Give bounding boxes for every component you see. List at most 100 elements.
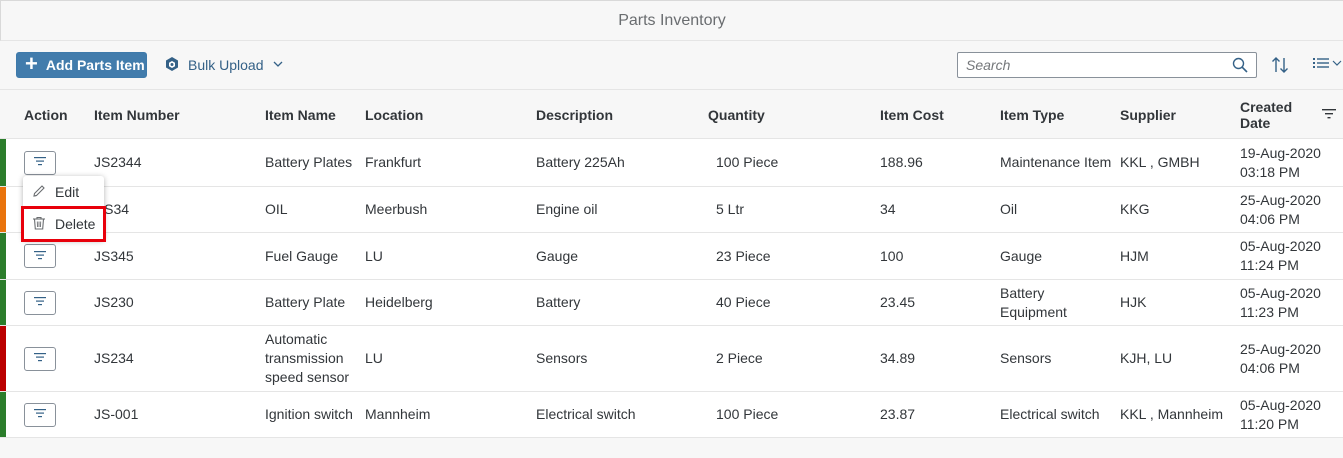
menu-icon bbox=[33, 405, 47, 424]
item-type-cell: Electrical switch bbox=[1000, 406, 1100, 422]
table-row[interactable]: RS34 OIL Meerbush Engine oil 5 Ltr 34 Oil KKG 25… bbox=[0, 187, 1343, 233]
description-cell: Battery 225Ah bbox=[536, 154, 625, 170]
item-cost-cell: 100 bbox=[880, 247, 904, 264]
table-row[interactable]: JS230 Battery Plate Heidelberg Battery 40 Pi… bbox=[0, 280, 1343, 326]
item-cost-cell: 34.89 bbox=[880, 350, 916, 366]
location-cell: Heidelberg bbox=[365, 294, 433, 310]
created-date-cell: 05-Aug-2020 11:23 PM bbox=[1240, 280, 1340, 325]
search-field[interactable] bbox=[957, 52, 1257, 78]
parts-table: Action Item Number Item Name Location De… bbox=[0, 89, 1343, 438]
sort-icon[interactable] bbox=[1270, 55, 1290, 80]
toolbar: + Add Parts Item Bulk Upload bbox=[0, 41, 1343, 89]
created-date-cell: 19-Aug-2020 03:18 PM bbox=[1240, 139, 1340, 186]
created-date-cell: 05-Aug-2020 11:20 PM bbox=[1240, 392, 1340, 437]
description-cell: Battery bbox=[536, 294, 581, 310]
item-name-cell: Fuel Gauge bbox=[265, 247, 339, 264]
plus-icon: + bbox=[25, 51, 38, 76]
item-type-cell: Maintenance Item bbox=[1000, 154, 1112, 170]
menu-icon bbox=[33, 349, 47, 368]
table-row[interactable]: JS2344 Battery Plates Frankfurt Battery 225… bbox=[0, 139, 1343, 187]
column-header-supplier: Supplier bbox=[1120, 106, 1177, 123]
quantity-cell: 2 Piece bbox=[716, 350, 763, 366]
add-parts-item-label: Add Parts Item bbox=[45, 57, 145, 73]
column-header-description: Description bbox=[536, 106, 614, 123]
search-icon[interactable] bbox=[1232, 57, 1248, 78]
row-action-button[interactable] bbox=[24, 346, 56, 371]
created-time: 11:24 PM bbox=[1240, 257, 1299, 273]
row-action-button[interactable] bbox=[24, 244, 56, 268]
action-cell bbox=[24, 392, 56, 437]
column-header-action: Action bbox=[24, 106, 68, 123]
status-indicator bbox=[0, 280, 6, 325]
list-view-icon[interactable] bbox=[1312, 55, 1342, 71]
supplier-cell: KJH, LU bbox=[1120, 350, 1173, 366]
search-input[interactable] bbox=[958, 53, 1218, 77]
row-action-button[interactable] bbox=[24, 290, 56, 315]
row-action-button[interactable] bbox=[24, 150, 56, 175]
location-cell: LU bbox=[365, 350, 383, 366]
item-number-cell: JS2344 bbox=[94, 154, 142, 170]
table-row[interactable]: JS234 Automatic transmission speed sensor… bbox=[0, 326, 1343, 392]
item-name-cell: Battery Plate bbox=[265, 294, 346, 310]
column-header-quantity: Quantity bbox=[708, 106, 765, 123]
location-cell: LU bbox=[365, 247, 383, 264]
table-row[interactable]: JS-001 Ignition switch Mannheim Electrical … bbox=[0, 392, 1343, 438]
description-cell: Engine oil bbox=[536, 201, 598, 217]
item-type-cell: Gauge bbox=[1000, 247, 1043, 264]
status-indicator bbox=[0, 139, 6, 186]
supplier-cell: HJK bbox=[1120, 294, 1147, 310]
bulk-upload-button[interactable]: Bulk Upload bbox=[160, 52, 288, 78]
item-name-cell: Automatic transmission speed sensor bbox=[265, 331, 350, 385]
quantity-cell: 100 Piece bbox=[716, 406, 779, 422]
created-date-cell: 05-Aug-2020 11:24 PM bbox=[1240, 233, 1340, 279]
filter-icon[interactable] bbox=[1322, 107, 1336, 126]
action-cell bbox=[24, 280, 56, 325]
upload-icon bbox=[164, 56, 180, 75]
supplier-cell: KKL , Mannheim bbox=[1120, 406, 1223, 422]
status-indicator bbox=[0, 233, 6, 279]
created-date-cell: 25-Aug-2020 04:06 PM bbox=[1240, 326, 1340, 391]
created-date: 25-Aug-2020 bbox=[1240, 191, 1321, 208]
quantity-cell: 23 Piece bbox=[716, 247, 771, 264]
item-name-cell: Battery Plates bbox=[265, 154, 353, 170]
item-number-cell: JS345 bbox=[94, 247, 134, 264]
item-number-cell: JS-001 bbox=[94, 406, 139, 422]
status-indicator bbox=[0, 187, 6, 232]
app-window: Parts Inventory + Add Parts Item Bulk Up… bbox=[0, 0, 1343, 458]
trash-icon bbox=[31, 215, 47, 234]
bulk-upload-label: Bulk Upload bbox=[188, 57, 264, 73]
item-number-cell: JS234 bbox=[94, 350, 134, 366]
location-cell: Meerbush bbox=[365, 201, 428, 217]
created-date: 05-Aug-2020 bbox=[1240, 396, 1321, 413]
column-header-item-type: Item Type bbox=[1000, 106, 1065, 123]
edit-menu-item[interactable]: Edit bbox=[23, 176, 104, 208]
delete-menu-item[interactable]: Delete bbox=[21, 206, 106, 242]
item-name-cell: OIL bbox=[265, 201, 288, 217]
created-time: 04:06 PM bbox=[1240, 359, 1300, 376]
created-date: 25-Aug-2020 bbox=[1240, 340, 1321, 357]
location-cell: Mannheim bbox=[365, 406, 431, 422]
supplier-cell: KKG bbox=[1120, 201, 1150, 217]
description-cell: Sensors bbox=[536, 350, 588, 366]
created-date: 05-Aug-2020 bbox=[1240, 284, 1321, 301]
status-indicator bbox=[0, 392, 6, 437]
add-parts-item-button[interactable]: + Add Parts Item bbox=[16, 52, 147, 78]
row-action-menu: Edit Delete bbox=[21, 176, 106, 242]
pencil-icon bbox=[31, 183, 47, 202]
menu-icon bbox=[33, 293, 47, 312]
column-header-item-cost: Item Cost bbox=[880, 106, 944, 123]
chevron-down-icon bbox=[272, 57, 284, 73]
supplier-cell: HJM bbox=[1120, 247, 1149, 264]
table-row[interactable]: JS345 Fuel Gauge LU Gauge 23 Piece 100 Gauge HJ… bbox=[0, 233, 1343, 280]
table-footer bbox=[0, 441, 1343, 458]
supplier-cell: KKL , GMBH bbox=[1120, 154, 1200, 170]
column-header-created-date: Created Date bbox=[1240, 98, 1293, 131]
description-cell: Gauge bbox=[536, 247, 579, 264]
row-action-button[interactable] bbox=[24, 402, 56, 427]
item-type-cell: Sensors bbox=[1000, 350, 1052, 366]
item-cost-cell: 23.45 bbox=[880, 294, 916, 310]
item-number-cell: JS230 bbox=[94, 294, 134, 310]
table-header: Action Item Number Item Name Location De… bbox=[0, 90, 1343, 139]
created-time: 03:18 PM bbox=[1240, 163, 1300, 180]
action-cell bbox=[24, 326, 56, 391]
